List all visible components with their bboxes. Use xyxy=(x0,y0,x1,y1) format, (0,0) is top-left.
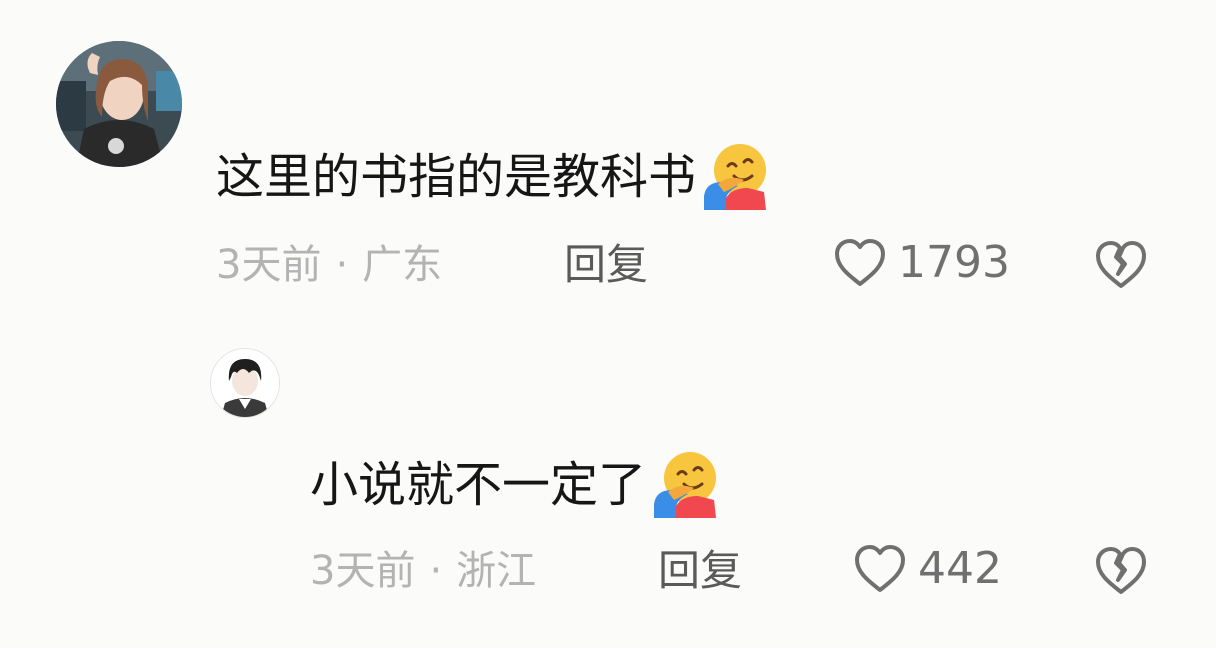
comment-meta: 3天前 · 浙江 xyxy=(310,546,536,596)
user-avatar[interactable] xyxy=(210,348,280,418)
dislike-button[interactable] xyxy=(1092,544,1150,596)
heart-icon xyxy=(832,238,888,288)
like-button[interactable]: 442 xyxy=(852,544,1002,594)
meta-separator: · xyxy=(335,242,349,288)
comment-content: 这里的书指的是教科书 xyxy=(216,149,697,205)
comment-content: 小说就不一定了 xyxy=(310,457,647,513)
meta-separator: · xyxy=(429,548,443,594)
comment-time: 3天前 xyxy=(310,548,416,594)
dislike-button[interactable] xyxy=(1092,238,1150,290)
comment-text: 这里的书指的是教科书 xyxy=(216,140,770,214)
reply-button[interactable]: 回复 xyxy=(658,546,742,596)
comment-location: 浙江 xyxy=(456,548,537,594)
comment-text: 小说就不一定了 xyxy=(310,448,720,522)
like-button[interactable]: 1793 xyxy=(832,238,1010,288)
comment-location: 广东 xyxy=(362,242,443,288)
reply-button[interactable]: 回复 xyxy=(564,240,648,290)
user-avatar[interactable] xyxy=(56,41,182,167)
heart-icon xyxy=(852,544,908,594)
broken-heart-icon xyxy=(1092,238,1150,290)
broken-heart-icon xyxy=(1092,544,1150,596)
like-count: 442 xyxy=(918,543,1002,594)
comment-time: 3天前 xyxy=(216,242,322,288)
comment-meta: 3天前 · 广东 xyxy=(216,240,442,290)
hugging-face-icon xyxy=(696,140,770,214)
like-count: 1793 xyxy=(898,237,1010,288)
hugging-face-icon xyxy=(646,448,720,522)
